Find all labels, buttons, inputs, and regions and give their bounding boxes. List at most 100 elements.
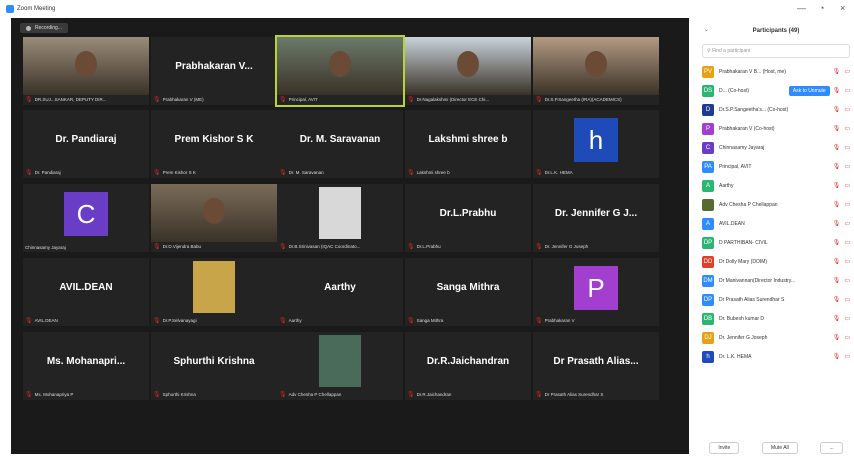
video-tile[interactable]: Dr.L.Prabhu 🎙 Dr.L.Prabhu [405, 184, 531, 252]
participant-row[interactable]: A AVIL.DEAN 🎙 ▭ [698, 214, 854, 233]
participant-video-feed [405, 37, 531, 95]
participant-status-icons: 🎙 ▭ [833, 144, 850, 151]
muted-mic-icon[interactable]: 🎙 [833, 258, 841, 265]
muted-mic-icon[interactable]: 🎙 [833, 277, 841, 284]
video-tile[interactable]: 🎙 Dr.P.Selvanayagi [151, 258, 277, 326]
video-tile[interactable]: Dr. Pandiaraj 🎙 Dr. Pandiaraj [23, 110, 149, 178]
participant-row[interactable]: DM Dr Manivannan(Director Industry... 🎙 ▭ [698, 271, 854, 290]
muted-mic-icon[interactable]: 🎙 [833, 144, 841, 151]
participant-row[interactable]: DP D PARTHIBAN- CIVIL 🎙 ▭ [698, 233, 854, 252]
participant-row[interactable]: DB Dr. Bubesh kumar D 🎙 ▭ [698, 309, 854, 328]
ask-to-unmute-button[interactable]: Ask to Unmute [788, 85, 830, 96]
video-tile[interactable]: Lakshmi shree b 🎙 Lakshmi shree b [405, 110, 531, 178]
video-tile[interactable]: 🎙 Dr.Nagalakshmi (Director ECE Chi... [405, 37, 531, 105]
participant-avatar: DD [702, 255, 714, 268]
video-tile[interactable]: 🎙 DR.SUJ...SANKAR, DEPUTY DIR... [23, 37, 149, 105]
video-tile[interactable]: Dr.R.Jaichandran 🎙 Dr.R.Jaichandran [405, 332, 531, 400]
muted-mic-icon[interactable]: 🎙 [833, 334, 841, 341]
muted-mic-icon[interactable]: 🎙 [833, 125, 841, 132]
participant-avatar: DP [702, 293, 714, 306]
participant-row[interactable]: D Dr.S.P.Sangeetha's... (Co-host) 🎙 ▭ [698, 100, 854, 119]
collapse-chevron-icon[interactable]: ⌄ [704, 26, 709, 33]
video-tile[interactable]: Sphurthi Krishna 🎙 Sphurthi Krishna [151, 332, 277, 400]
video-tile[interactable]: Sanga Mithra 🎙 Sanga Mithra [405, 258, 531, 326]
muted-mic-icon[interactable]: 🎙 [833, 182, 841, 189]
tile-caption: 🎙 Prabhakaran V (ME) [153, 96, 275, 103]
tile-display-name: Dr Prasath Alias... [553, 356, 639, 367]
muted-mic-icon: 🎙 [153, 318, 161, 324]
mute-all-button[interactable]: Mute All [761, 442, 798, 454]
video-tile[interactable]: Ms. Mohanapri... 🎙 Ms. Mohanapriya P [23, 332, 149, 400]
muted-mic-icon[interactable]: 🎙 [833, 106, 841, 113]
participant-status-icons: 🎙 ▭ [833, 296, 850, 303]
muted-mic-icon[interactable]: 🎙 [833, 315, 841, 322]
participant-row[interactable]: PV Prabhakaran V B... (Host, me) 🎙 ▭ [698, 62, 854, 81]
muted-mic-icon[interactable]: 🎙 [833, 87, 841, 94]
video-tile[interactable]: 🎙 Principal, AVIT [275, 35, 405, 107]
tile-participant-name: Aarthy [288, 318, 302, 323]
video-tile[interactable]: P 🎙 Prabhakaran V [533, 258, 659, 326]
muted-mic-icon[interactable]: 🎙 [833, 163, 841, 170]
participant-name: Dr. Jennifer G Joseph [719, 334, 768, 341]
muted-mic-icon[interactable]: 🎙 [833, 68, 841, 75]
close-button[interactable]: × [840, 3, 845, 13]
participant-video-feed [151, 184, 277, 242]
tile-participant-name: Dr.D.Vijendra Babu [162, 244, 202, 249]
video-tile[interactable]: Dr. M. Saravanan 🎙 Dr. M. Saravanan [277, 110, 403, 178]
participant-row[interactable]: PA Principal, AVIT 🎙 ▭ [698, 157, 854, 176]
participant-search-input[interactable]: ⚲ Find a participant [702, 44, 850, 58]
participant-name: D PARTHIBAN- CIVIL [719, 239, 768, 246]
participant-row[interactable]: h Dr. L.K. HEMA 🎙 ▭ [698, 347, 854, 366]
tile-participant-name: Lakshmi shree b [416, 170, 450, 175]
participant-name: Dr. L.K. HEMA [719, 353, 752, 360]
participant-name: Prabhakaran V B... (Host, me) [719, 68, 786, 75]
video-tile[interactable]: AVIL.DEAN 🎙 AVIL.DEAN [23, 258, 149, 326]
tile-display-name: Prem Kishor S K [174, 134, 254, 145]
tile-participant-name: Dr.Nagalakshmi (Director ECE Chi... [416, 97, 490, 102]
video-tile[interactable]: Prabhakaran V... 🎙 Prabhakaran V (ME) [151, 37, 277, 105]
tile-caption: 🎙 Dr.B.Srinivasan (IQAC Coordinato... [279, 243, 401, 250]
tile-participant-name: Dr.L.Prabhu [416, 244, 441, 249]
invite-button[interactable]: Invite [709, 442, 740, 454]
more-button[interactable]: ... [820, 442, 843, 454]
tile-display-name: Dr.L.Prabhu [439, 208, 497, 219]
video-tile[interactable]: h 🎙 Dr.L.K. HEMA [533, 110, 659, 178]
participant-row[interactable]: DS D... (Co-host) Ask to Unmute 🎙 ▭ [698, 81, 854, 100]
muted-mic-icon[interactable]: 🎙 [833, 220, 841, 227]
minimize-button[interactable]: — [797, 3, 806, 13]
video-tile[interactable]: 🎙 Dr.S.P.Sangeetha (IRA)(ACADEMICS) [533, 37, 659, 105]
restore-button[interactable]: ◔ [819, 3, 824, 13]
video-tile[interactable]: 🎙 Dr.D.Vijendra Babu [151, 184, 277, 252]
tile-participant-name: DR.SUJ...SANKAR, DEPUTY DIR... [34, 97, 107, 102]
video-tile[interactable]: 🎙 Adv Chesha P Chellappan [277, 332, 403, 400]
muted-mic-icon: 🎙 [407, 97, 415, 103]
muted-mic-icon[interactable]: 🎙 [833, 201, 841, 208]
video-tile[interactable]: Dr Prasath Alias... 🎙 Dr Prasath Alias Sur… [533, 332, 659, 400]
video-tile[interactable]: 🎙 Dr.B.Srinivasan (IQAC Coordinato... [277, 184, 403, 252]
video-tile[interactable]: Prem Kishor S K 🎙 Prem Kishor S K [151, 110, 277, 178]
tile-participant-name: Dr.L.K. HEMA [544, 170, 573, 175]
muted-mic-icon[interactable]: 🎙 [833, 353, 841, 360]
video-off-icon: ▭ [844, 126, 850, 132]
window-titlebar: Zoom Meeting — ◔ × [0, 0, 854, 18]
participant-row[interactable]: A Aarthy 🎙 ▭ [698, 176, 854, 195]
tile-display-name: Aarthy [324, 282, 356, 293]
participant-row[interactable]: DP Dr Prasath Alias Surendhar S 🎙 ▭ [698, 290, 854, 309]
participant-row[interactable]: DD Dr Dolly Mary (DOIM) 🎙 ▭ [698, 252, 854, 271]
participant-status-icons: 🎙 ▭ [833, 277, 850, 284]
video-tile[interactable]: Aarthy 🎙 Aarthy [277, 258, 403, 326]
participant-row[interactable]: C Chinnasamy Jayaraj 🎙 ▭ [698, 138, 854, 157]
tile-caption: 🎙 Ms. Mohanapriya P [25, 391, 147, 398]
muted-mic-icon[interactable]: 🎙 [833, 239, 841, 246]
muted-mic-icon: 🎙 [279, 244, 287, 250]
muted-mic-icon[interactable]: 🎙 [833, 296, 841, 303]
video-off-icon: ▭ [844, 107, 850, 113]
recording-indicator[interactable]: Recording... [20, 23, 68, 33]
participant-row[interactable]: P Prabhakaran V (Co-host) 🎙 ▭ [698, 119, 854, 138]
participant-name: Principal, AVIT [719, 163, 752, 170]
video-tile[interactable]: Dr. Jennifer G J... 🎙 Dr. Jennifer G Josep… [533, 184, 659, 252]
muted-mic-icon: 🎙 [279, 97, 287, 103]
video-tile[interactable]: C 🎙Chinnasamy Jayaraj [23, 184, 149, 252]
participant-row[interactable]: DJ Dr. Jennifer G Joseph 🎙 ▭ [698, 328, 854, 347]
participant-row[interactable]: Adv Chesha P Chellappan 🎙 ▭ [698, 195, 854, 214]
